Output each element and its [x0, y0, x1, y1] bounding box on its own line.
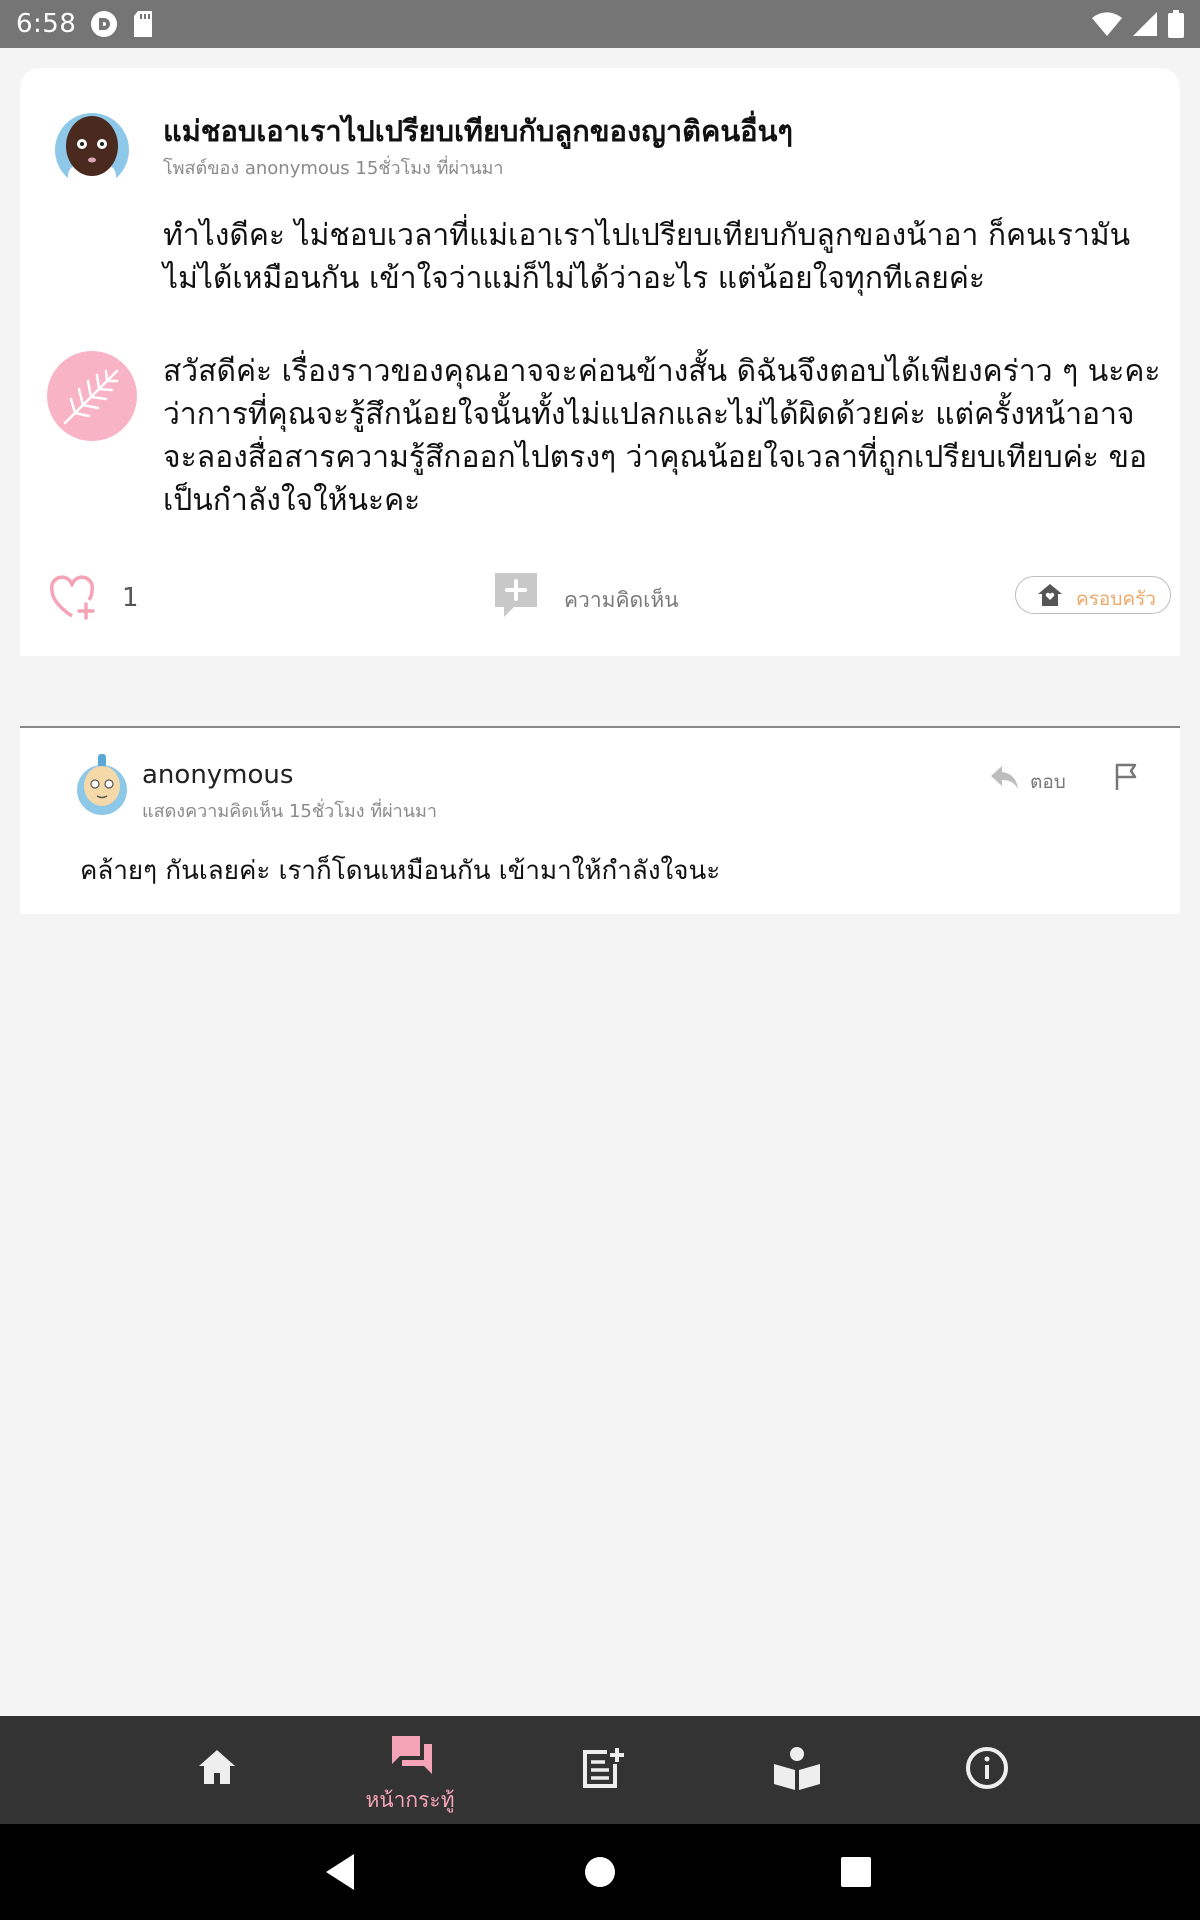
- reply-button[interactable]: ตอบ: [990, 762, 1090, 796]
- sd-card-icon: [132, 10, 154, 42]
- author-avatar[interactable]: [54, 108, 130, 192]
- post-add-icon: [581, 1746, 624, 1790]
- home-icon: [197, 1746, 237, 1790]
- report-flag-icon[interactable]: [1113, 762, 1141, 792]
- category-tag[interactable]: ครอบครัว: [1015, 576, 1171, 614]
- like-heart-icon[interactable]: [48, 574, 98, 622]
- signal-icon: [1132, 11, 1158, 41]
- bottom-tab-bar: หน้ากระทู้: [0, 1716, 1200, 1824]
- tab-forum-label: หน้ากระทู้: [365, 1788, 455, 1812]
- battery-icon: [1168, 10, 1184, 42]
- add-comment-icon: [492, 570, 540, 620]
- back-icon[interactable]: [320, 1850, 364, 1894]
- status-time: 6:58: [16, 9, 77, 39]
- tab-knowledge[interactable]: [727, 1716, 857, 1824]
- counselor-avatar: [47, 351, 137, 441]
- add-comment-button[interactable]: ความคิดเห็น: [492, 568, 692, 624]
- comment-card: anonymous แสดงความคิดเห็น 15ชั่วโมง ที่ผ…: [20, 728, 1180, 914]
- post-meta: โพสต์ของ anonymous 15ชั่วโมง ที่ผ่านมา: [163, 158, 504, 179]
- tab-home[interactable]: [152, 1716, 282, 1824]
- comment-text: คล้ายๆ กันเลยค่ะ เราก็โดนเหมือนกัน เข้าม…: [80, 856, 721, 886]
- forum-icon: [390, 1734, 432, 1778]
- category-label: ครอบครัว: [1076, 588, 1156, 610]
- info-icon: [965, 1746, 1008, 1790]
- status-bar: 6:58: [0, 0, 1200, 48]
- commenter-avatar[interactable]: [76, 752, 128, 816]
- tab-info[interactable]: [920, 1716, 1050, 1824]
- tab-forum[interactable]: หน้ากระทู้: [345, 1716, 475, 1824]
- counselor-reply: สวัสดีค่ะ เรื่องราวของคุณอาจจะค่อนข้างสั…: [163, 354, 1161, 518]
- post-title: แม่ชอบเอาเราไปเปรียบเทียบกับลูกของญาติคน…: [163, 114, 793, 148]
- recents-icon[interactable]: [834, 1850, 878, 1894]
- home-circle-icon[interactable]: [578, 1850, 622, 1894]
- comment-meta: แสดงความคิดเห็น 15ชั่วโมง ที่ผ่านมา: [142, 801, 438, 822]
- post-action-bar: 1 ความคิดเห็น ครอบครัว: [20, 568, 1180, 628]
- comment-author: anonymous: [142, 760, 294, 790]
- like-count: 1: [122, 583, 139, 613]
- reply-arrow-icon: [990, 764, 1020, 792]
- post-card: แม่ชอบเอาเราไปเปรียบเทียบกับลูกของญาติคน…: [20, 68, 1180, 656]
- family-house-icon: [1036, 582, 1064, 608]
- comment-label: ความคิดเห็น: [564, 588, 679, 612]
- reply-label: ตอบ: [1030, 771, 1066, 793]
- wifi-icon: [1092, 11, 1122, 41]
- pocket-casts-icon: [90, 10, 118, 42]
- post-body: ทำไงดีคะ ไม่ชอบเวลาที่แม่เอาเราไปเปรียบเ…: [163, 218, 1131, 296]
- tab-create-post[interactable]: [536, 1716, 666, 1824]
- system-nav-bar: [0, 1824, 1200, 1920]
- book-reader-icon: [772, 1746, 820, 1790]
